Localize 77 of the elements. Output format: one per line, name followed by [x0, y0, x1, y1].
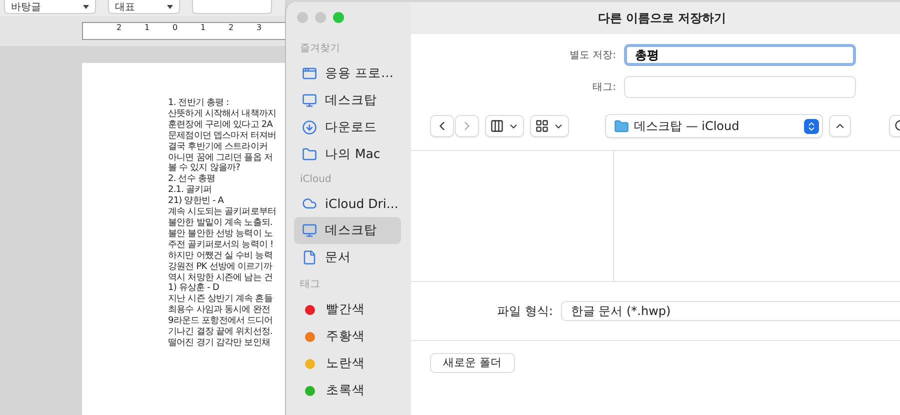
monitor-icon: [302, 93, 317, 108]
document-text-line: 계속 시도되는 골키퍼로부터: [168, 207, 278, 218]
document-text-line: 문제점이던 뎁스마저 터져버: [168, 130, 278, 142]
document-text-line: 2.1. 골키퍼: [168, 185, 213, 196]
sidebar-section-title: 태그: [300, 278, 321, 291]
outline-dropdown[interactable]: 대표: [108, 0, 180, 14]
download-icon: [302, 120, 317, 135]
document-text-line: 산뜻하게 시작해서 내책까지: [168, 108, 278, 120]
folder-icon: [614, 118, 629, 134]
column-view-button[interactable]: [485, 115, 524, 137]
sidebar-item[interactable]: 데스크탑: [294, 217, 401, 244]
caret-icon: [83, 4, 89, 8]
document-text-line: 기나긴 결장 끝에 위치선정.: [168, 327, 274, 338]
sidebar-item[interactable]: 빨간색: [294, 296, 401, 323]
document-text-line: 1) 유상훈 - D: [168, 283, 220, 294]
document-text-line: 결국 후반기에 스트라이커: [168, 142, 269, 153]
document-text-line: 21) 양한빈 - A: [168, 196, 225, 207]
ruler-number: 0: [171, 23, 179, 34]
app-grid-icon: [302, 66, 317, 81]
sidebar-section-title: 즐겨찾기: [300, 42, 341, 55]
forward-button[interactable]: [455, 115, 479, 137]
document-text-line: 떨어진 경기 감각만 보인채: [168, 338, 271, 349]
sidebar-item[interactable]: 응용 프로…: [294, 60, 401, 87]
document-text-line: 최용수 사임과 동시에 완전: [168, 305, 271, 316]
document-text-line: 불안 불안한 선방 능력이 노: [168, 228, 274, 240]
zoom-icon[interactable]: [333, 12, 344, 23]
document-text-line: 아니면 꿈에 그리던 플옵 저: [168, 152, 274, 163]
document-text-line: 하지만 어쨌건 실 수비 능력: [168, 250, 274, 262]
document-text-line: 훈련장에 구리에 있다고 2A: [168, 120, 274, 131]
ruler-number: 3: [255, 23, 263, 34]
sidebar-item[interactable]: 데스크탑: [294, 87, 401, 114]
caret-icon: [167, 4, 173, 8]
minimize-icon[interactable]: [315, 12, 326, 23]
grid-icon: [535, 119, 549, 133]
ruler[interactable]: 2 1 0 1 2 3: [82, 22, 285, 40]
location-popup[interactable]: 데스크탑 — iCloud: [605, 114, 823, 138]
document-text-line: 볼 수 있지 않을까?: [168, 163, 241, 174]
tags-field[interactable]: [624, 76, 856, 98]
document-text-line: 불안한 발밑이 계속 노출되.: [168, 218, 274, 229]
sidebar-item[interactable]: 주황색: [294, 323, 401, 350]
document-text-line: 9라운드 포항전에서 드디어: [168, 316, 274, 327]
grid-view-button[interactable]: [530, 115, 569, 137]
collapse-button[interactable]: [829, 115, 851, 137]
sidebar-item[interactable]: 다운로드: [294, 114, 401, 141]
style-dropdown[interactable]: 바탕글: [4, 0, 96, 14]
save-as-label: 별도 저장:: [568, 49, 616, 62]
file-format-popup[interactable]: 한글 문서 (*.hwp): [560, 301, 900, 321]
ruler-number: 1: [199, 23, 207, 34]
document-text-line: 강원전 PK 선방에 이르기까: [168, 262, 274, 272]
file-format-label: 파일 형식:: [497, 302, 553, 320]
sidebar-item[interactable]: 문서: [294, 244, 401, 271]
document-icon: [302, 250, 317, 265]
font-size-field[interactable]: [192, 0, 272, 14]
sidebar-item[interactable]: 노란색: [294, 350, 401, 377]
document-text-line: 지난 시즌 상반기 계속 흔들: [168, 294, 274, 305]
back-button[interactable]: [430, 115, 454, 137]
sidebar-section-title: iCloud: [300, 174, 332, 185]
sidebar-item[interactable]: 나의 Mac: [294, 141, 401, 168]
new-folder-button[interactable]: 새로운 폴더: [430, 352, 514, 372]
ruler-number: 2: [115, 23, 123, 34]
document-text-line: 역시 처망한 시즌에 남는 건: [168, 272, 274, 283]
columns-icon: [490, 119, 504, 133]
close-icon[interactable]: [297, 12, 308, 23]
document-text-line: 주전 골키퍼로서의 능력이 !: [168, 240, 274, 251]
cloud-icon: [302, 196, 317, 211]
sidebar-item[interactable]: iCloud Dri...: [294, 190, 401, 217]
ruler-number: 2: [227, 23, 235, 34]
document-text-line: 2. 선수 총평: [168, 174, 216, 185]
monitor-icon: [302, 223, 317, 238]
stepper-icon: [804, 118, 819, 134]
dialog-title: 다른 이름으로 저장하기: [411, 2, 900, 34]
tags-label: 태그:: [592, 81, 616, 94]
document-text-line: 1. 전반기 총평 :: [168, 98, 230, 109]
ruler-number: 1: [143, 23, 151, 34]
sidebar-item[interactable]: 초록색: [294, 377, 401, 404]
folder-icon: [302, 147, 317, 162]
filename-field[interactable]: 총평: [624, 44, 856, 66]
